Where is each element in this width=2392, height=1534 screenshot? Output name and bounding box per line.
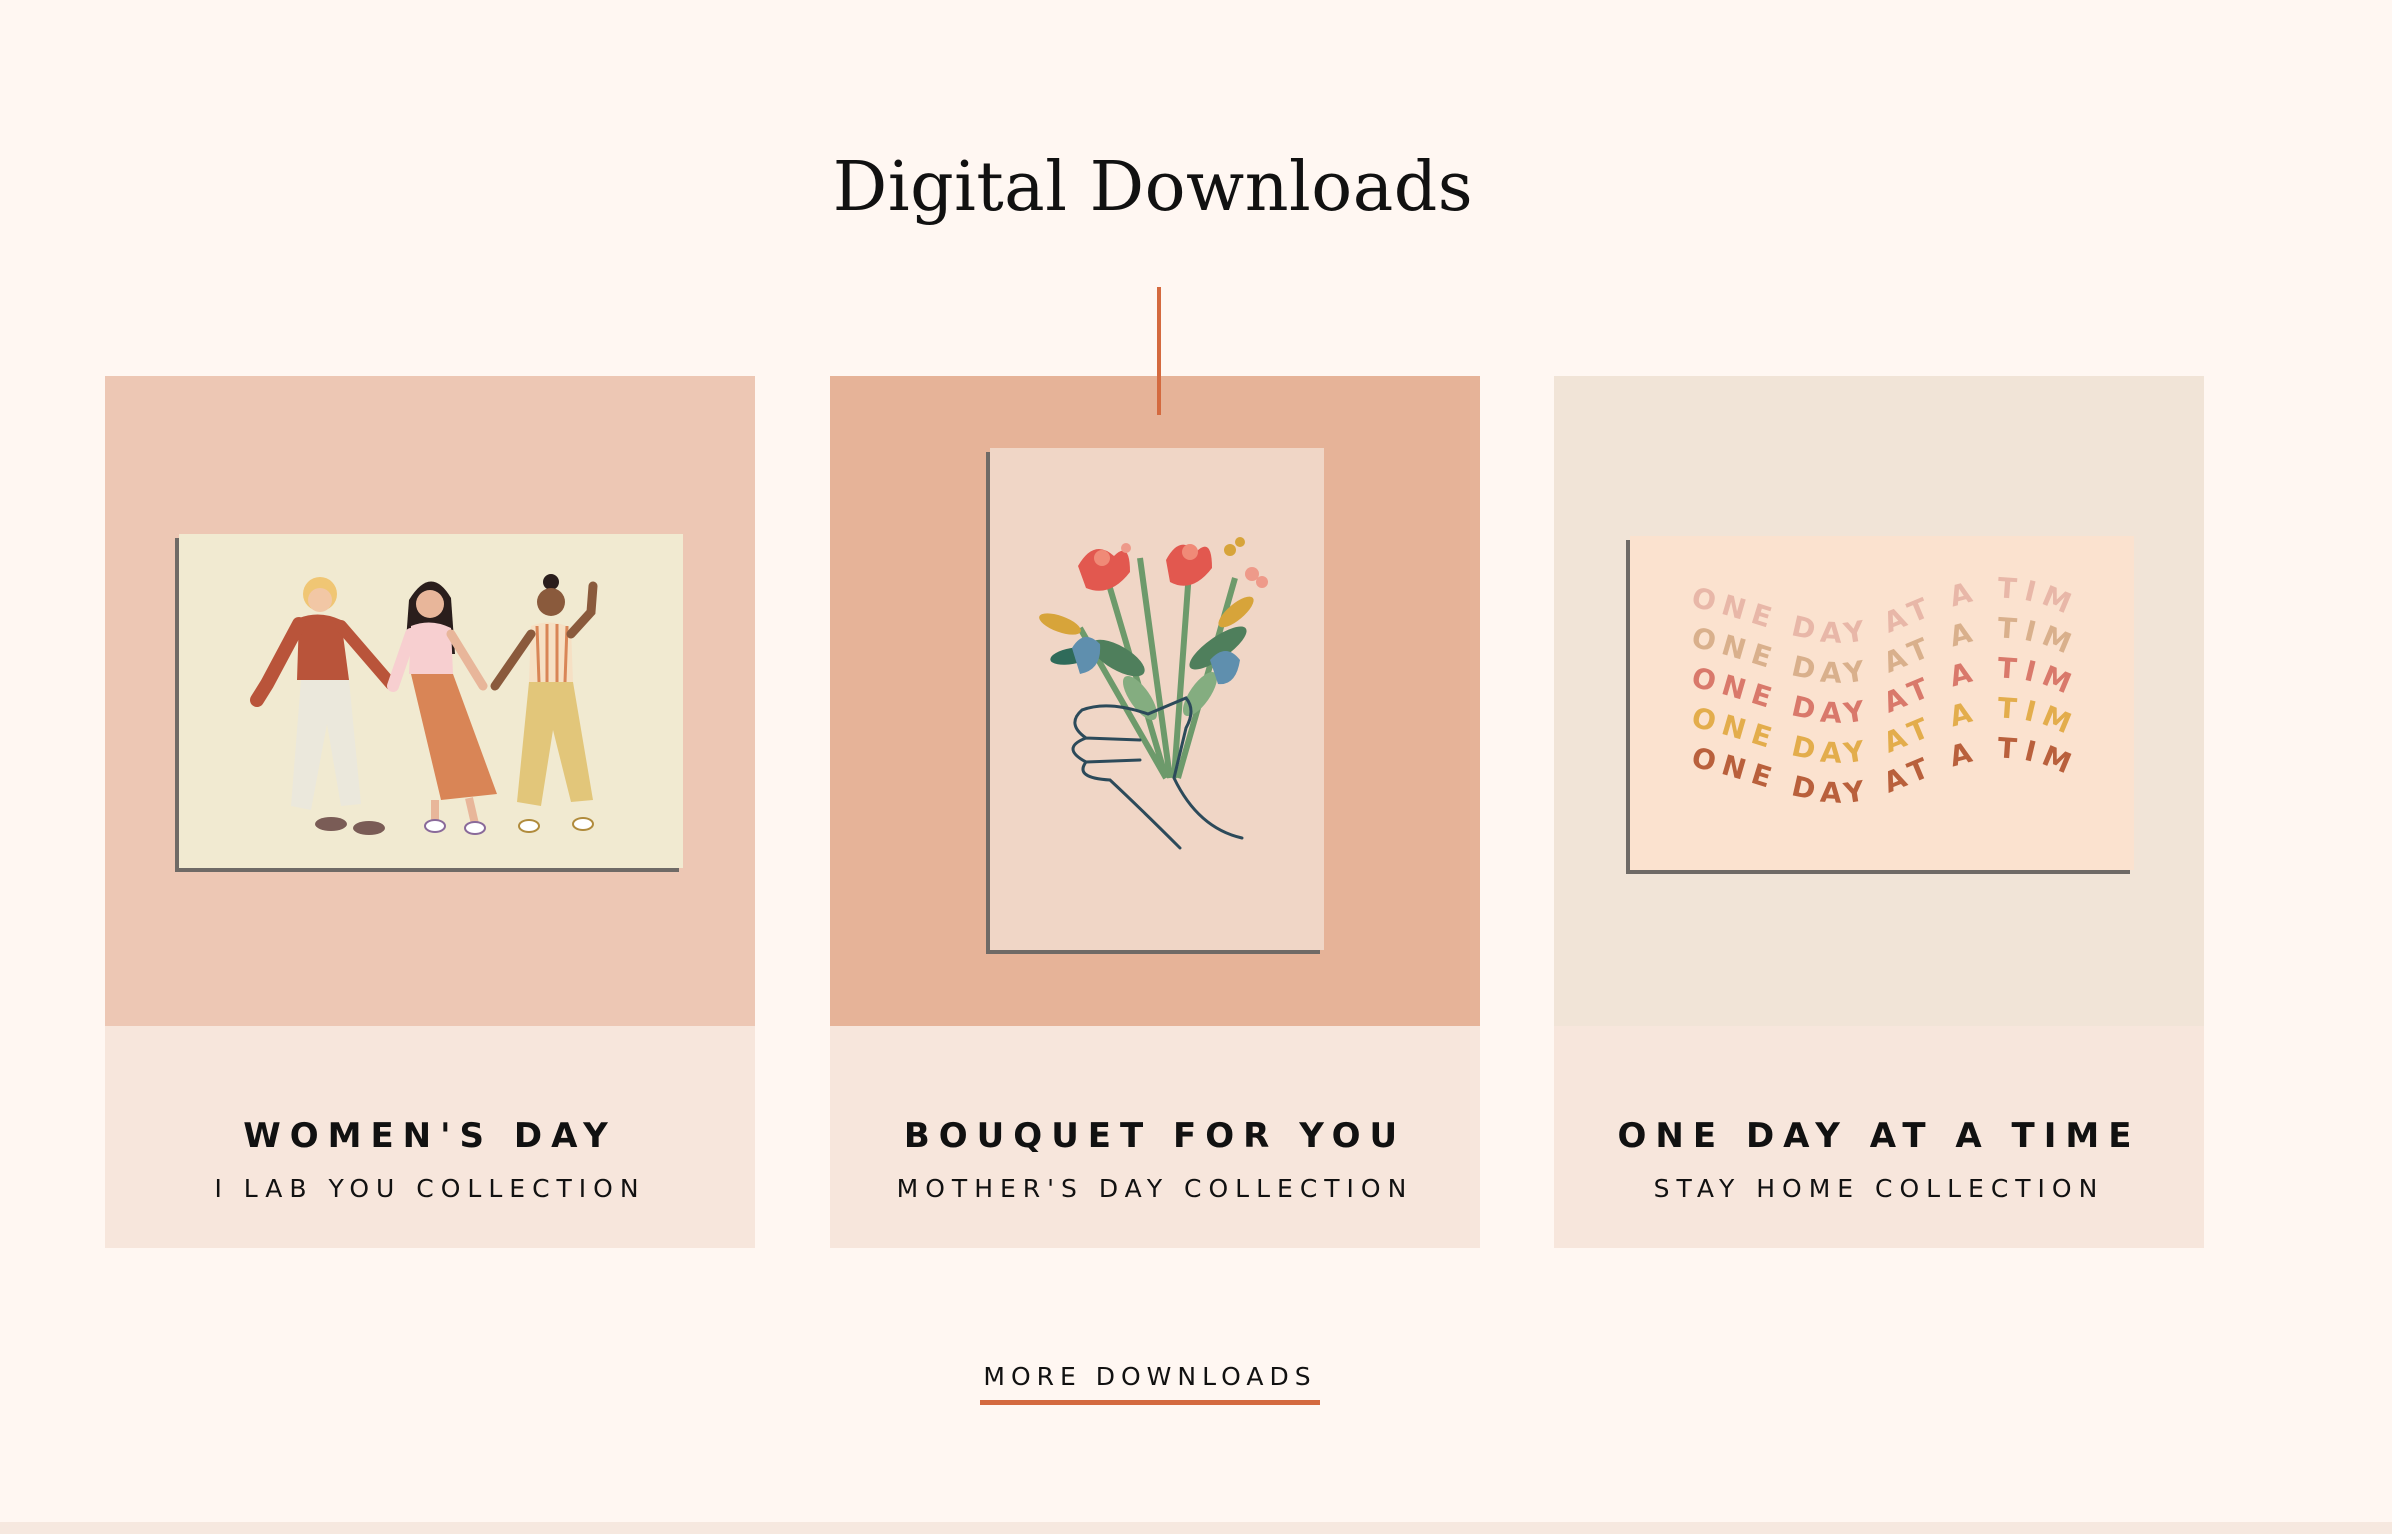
footer-strip [0, 1522, 2392, 1534]
more-downloads-label: MORE DOWNLOADS [983, 1362, 1317, 1391]
card-title[interactable]: WOMEN'S DAY [105, 1116, 755, 1156]
product-card-womens-day[interactable]: WOMEN'S DAY I LAB YOU COLLECTION [105, 376, 755, 1248]
card-info: WOMEN'S DAY I LAB YOU COLLECTION [105, 1026, 755, 1248]
card-subtitle: STAY HOME COLLECTION [1653, 1174, 2105, 1203]
one-day-at-a-time-print-image: ONE DAY AT A TIME. ONE DAY AT A TIME. ON… [1630, 536, 2134, 870]
womens-day-print-image [179, 534, 683, 868]
card-title[interactable]: BOUQUET FOR YOU [830, 1116, 1480, 1156]
more-downloads-link[interactable]: MORE DOWNLOADS [980, 1362, 1320, 1406]
card-image[interactable]: ONE DAY AT A TIME. ONE DAY AT A TIME. ON… [1554, 376, 2204, 1026]
product-card-one-day-at-a-time[interactable]: ONE DAY AT A TIME. ONE DAY AT A TIME. ON… [1554, 376, 2204, 1248]
card-image[interactable] [105, 376, 755, 1026]
card-subtitle: I LAB YOU COLLECTION [214, 1174, 646, 1203]
bouquet-print-image [990, 448, 1324, 950]
card-info: ONE DAY AT A TIME STAY HOME COLLECTION [1554, 1026, 2204, 1248]
dancing-women-illustration [250, 574, 598, 835]
card-image[interactable] [830, 376, 1480, 1026]
link-underline [980, 1400, 1320, 1405]
product-card-bouquet-for-you[interactable]: BOUQUET FOR YOU MOTHER'S DAY COLLECTION [830, 376, 1480, 1248]
wavy-text-print: ONE DAY AT A TIME. ONE DAY AT A TIME. ON… [1630, 536, 2075, 810]
bouquet-illustration [1039, 537, 1268, 850]
card-subtitle: MOTHER'S DAY COLLECTION [896, 1174, 1414, 1203]
card-title[interactable]: ONE DAY AT A TIME [1554, 1116, 2204, 1156]
section-heading: Digital Downloads [832, 148, 1474, 227]
card-info: BOUQUET FOR YOU MOTHER'S DAY COLLECTION [830, 1026, 1480, 1248]
accent-divider [1157, 287, 1161, 415]
